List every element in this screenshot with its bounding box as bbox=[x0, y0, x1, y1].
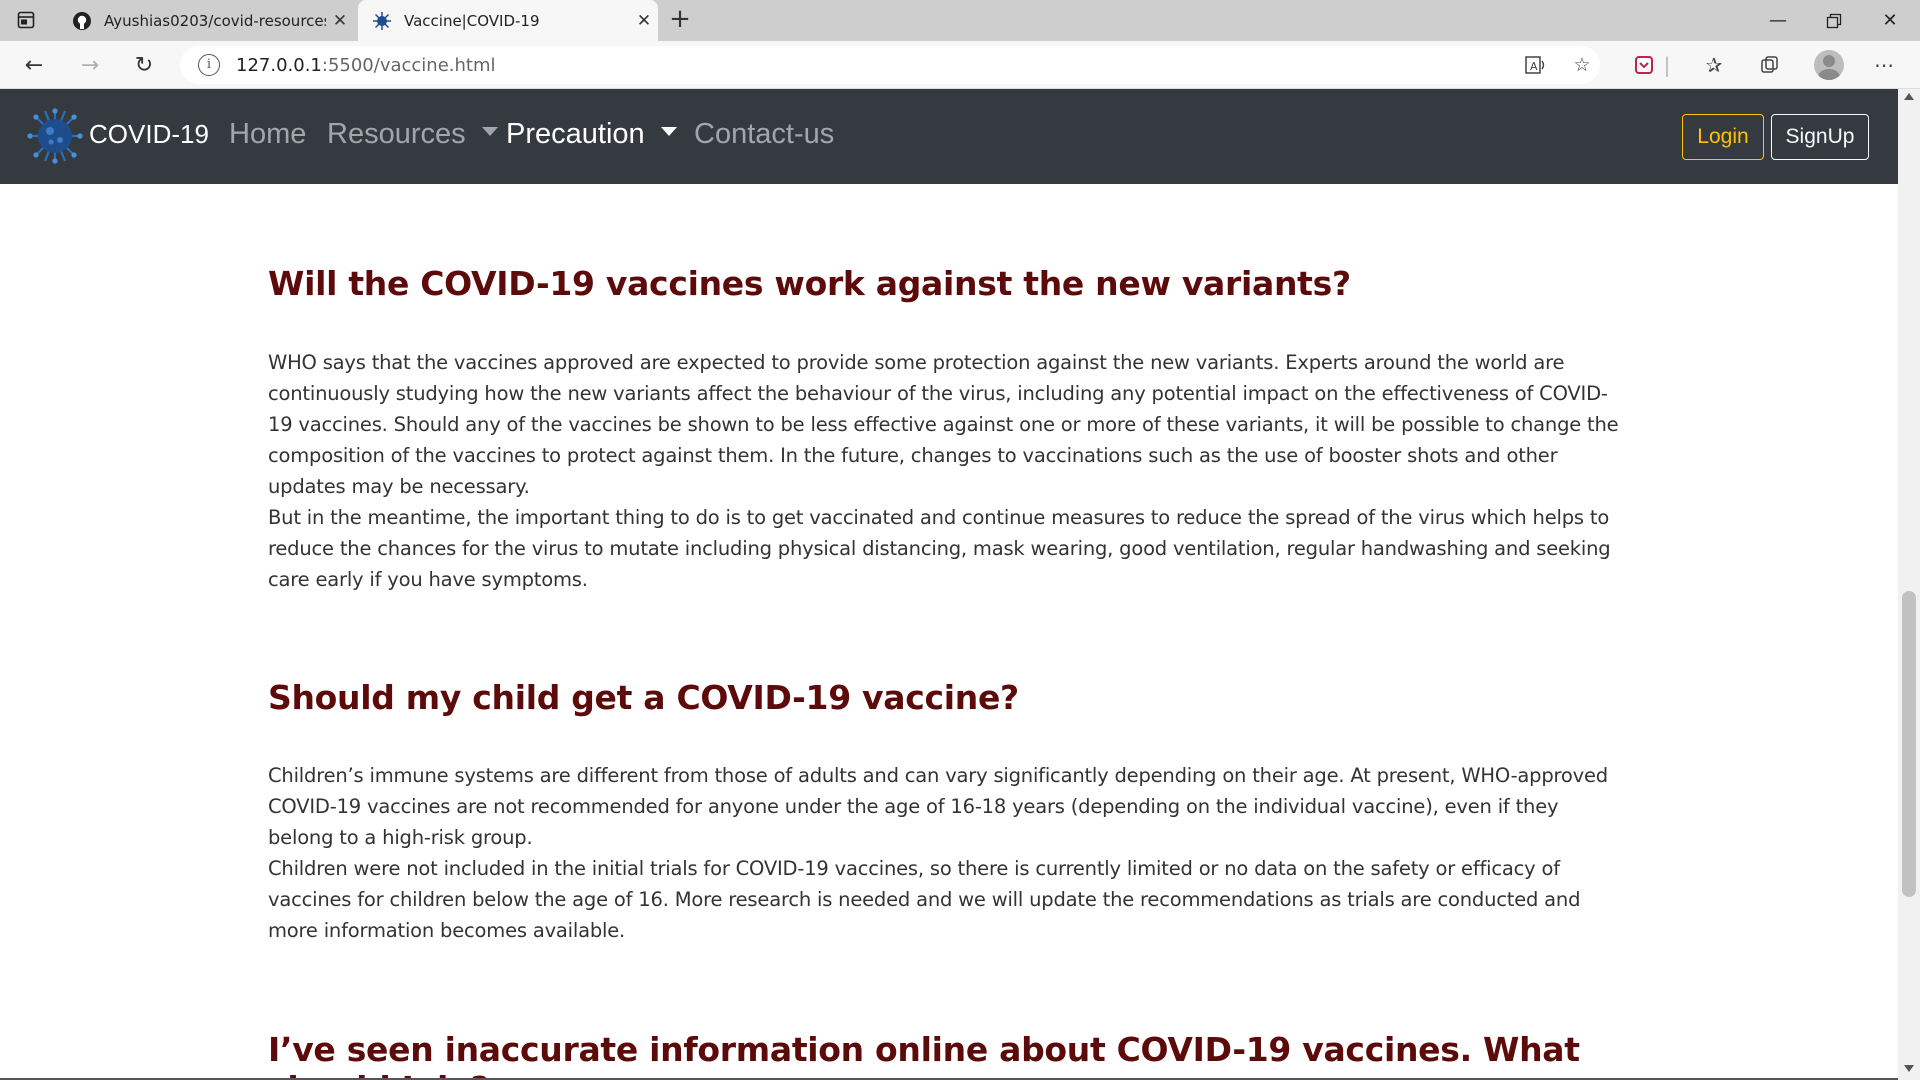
browser-toolbar: ← → ↻ i 127.0.0.1:5500/vaccine.html A ☆ … bbox=[0, 41, 1920, 89]
tab-vaccine[interactable]: Vaccine|COVID-19 ✕ bbox=[358, 0, 658, 41]
collections-icon[interactable] bbox=[1756, 51, 1784, 79]
page-scrollbar[interactable] bbox=[1898, 89, 1920, 1080]
svg-text:A: A bbox=[1530, 60, 1538, 73]
scroll-up-arrow-icon[interactable] bbox=[1904, 93, 1914, 100]
covid-logo-icon[interactable] bbox=[26, 107, 84, 165]
nav-contact[interactable]: Contact-us bbox=[694, 118, 834, 151]
favorites-icon[interactable]: ✰ bbox=[1700, 51, 1728, 79]
tab-title: Ayushias0203/covid-resources: V bbox=[104, 11, 326, 30]
profile-avatar[interactable] bbox=[1814, 50, 1844, 80]
read-aloud-icon[interactable]: A bbox=[1522, 51, 1550, 79]
minimize-icon[interactable]: — bbox=[1750, 0, 1806, 41]
faq-paragraph: WHO says that the vaccines approved are … bbox=[268, 351, 1619, 498]
tab-close-icon[interactable]: ✕ bbox=[630, 11, 658, 31]
reload-icon[interactable]: ↻ bbox=[126, 49, 162, 81]
signup-button[interactable]: SignUp bbox=[1771, 114, 1869, 160]
new-tab-icon[interactable]: + bbox=[666, 6, 694, 34]
faq-content: Will the COVID-19 vaccines work against … bbox=[268, 184, 1628, 1080]
nav-contact-label: Contact-us bbox=[694, 118, 835, 150]
brand-name[interactable]: COVID-19 bbox=[89, 119, 209, 150]
more-icon[interactable]: ⋯ bbox=[1870, 51, 1898, 79]
pocket-icon[interactable] bbox=[1630, 51, 1658, 79]
nav-precaution[interactable]: Precaution bbox=[506, 118, 677, 151]
faq-paragraph: Children’s immune systems are different … bbox=[268, 764, 1608, 849]
address-path: :5500/vaccine.html bbox=[321, 54, 496, 76]
nav-home[interactable]: Home bbox=[229, 118, 306, 151]
tab-close-icon[interactable]: ✕ bbox=[326, 11, 354, 31]
browser-tab-bar: Ayushias0203/covid-resources: V ✕ Vaccin… bbox=[0, 0, 1920, 41]
tab-title: Vaccine|COVID-19 bbox=[404, 11, 540, 30]
tab-actions-icon[interactable] bbox=[14, 8, 38, 32]
address-bar[interactable]: i 127.0.0.1:5500/vaccine.html bbox=[180, 46, 1600, 84]
faq-question: Should my child get a COVID-19 vaccine? bbox=[268, 678, 1019, 717]
faq-question: Will the COVID-19 vaccines work against … bbox=[268, 264, 1351, 303]
nav-home-label: Home bbox=[229, 118, 307, 150]
faq-paragraph: Children were not included in the initia… bbox=[268, 857, 1581, 942]
virus-icon bbox=[372, 11, 392, 31]
chevron-down-icon bbox=[481, 126, 498, 136]
close-window-icon[interactable]: ✕ bbox=[1862, 0, 1918, 41]
github-icon bbox=[72, 11, 92, 31]
faq-paragraph: But in the meantime, the important thing… bbox=[268, 506, 1611, 591]
site-navbar: COVID-19 Home Resources Precaution Conta… bbox=[0, 89, 1898, 184]
nav-resources[interactable]: Resources bbox=[327, 118, 498, 151]
address-host: 127.0.0.1 bbox=[236, 54, 322, 76]
nav-resources-label: Resources bbox=[327, 118, 466, 150]
chevron-down-icon bbox=[660, 126, 677, 136]
scroll-down-arrow-icon[interactable] bbox=[1904, 1065, 1914, 1072]
restore-icon[interactable] bbox=[1806, 0, 1862, 41]
login-button[interactable]: Login bbox=[1682, 114, 1764, 160]
scrollbar-thumb[interactable] bbox=[1902, 591, 1916, 897]
site-info-icon[interactable]: i bbox=[198, 54, 220, 76]
back-icon[interactable]: ← bbox=[16, 49, 52, 81]
faq-question: I’ve seen inaccurate information online … bbox=[268, 1030, 1580, 1080]
add-favorite-icon[interactable]: ☆ bbox=[1568, 51, 1596, 79]
nav-precaution-label: Precaution bbox=[506, 118, 645, 150]
toolbar-divider: | bbox=[1663, 53, 1671, 77]
forward-icon[interactable]: → bbox=[72, 49, 108, 81]
tab-github[interactable]: Ayushias0203/covid-resources: V ✕ bbox=[58, 0, 354, 41]
